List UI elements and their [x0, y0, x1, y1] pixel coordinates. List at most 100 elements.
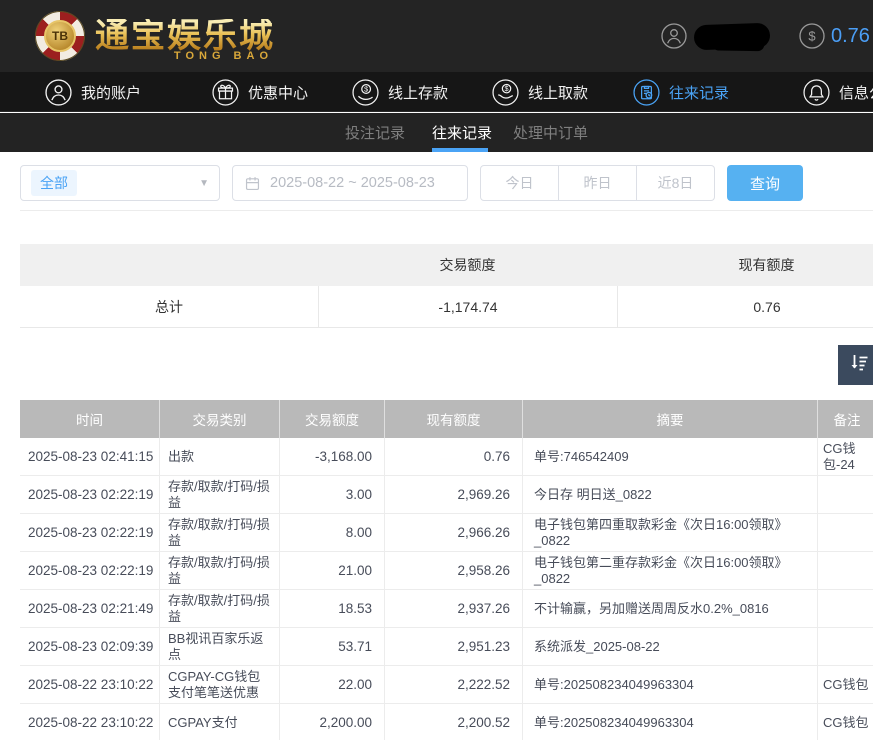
- cell-balance: 2,969.26: [385, 476, 523, 513]
- quick-range-button[interactable]: 今日: [480, 165, 559, 201]
- cell-remark: CG钱包: [818, 704, 873, 740]
- table-row[interactable]: 2025-08-23 02:22:19 存款/取款/打码/损益 21.00 2,…: [20, 552, 873, 590]
- username-redacted[interactable]: [694, 23, 771, 51]
- summary-total-amount: -1,174.74: [318, 286, 617, 327]
- table-column-header: 时间: [20, 400, 160, 438]
- cell-amount: 21.00: [280, 552, 385, 589]
- top-header: TB 通宝娱乐城 TONG BAO $ 0.76RMB: [0, 0, 873, 72]
- nav-item[interactable]: 我的账户: [45, 72, 141, 112]
- transactions-table-body: 2025-08-23 02:41:15 出款 -3,168.00 0.76 单号…: [20, 438, 873, 740]
- brand-name: 通宝娱乐城: [95, 19, 275, 53]
- cell-amount: 8.00: [280, 514, 385, 551]
- table-column-header: 交易类别: [160, 400, 280, 438]
- svg-text:$: $: [364, 84, 368, 93]
- summary-total-row: 总计 -1,174.74 0.76: [20, 286, 873, 328]
- cell-amount: 18.53: [280, 590, 385, 627]
- bell-icon: [803, 79, 830, 106]
- cell-balance: 2,951.23: [385, 628, 523, 665]
- records-icon: [633, 79, 660, 106]
- nav-item[interactable]: 信息公告: [803, 72, 873, 112]
- svg-text:$: $: [505, 84, 509, 93]
- nav-item[interactable]: $ 线上存款: [352, 72, 448, 112]
- cell-remark: [818, 476, 873, 513]
- cell-time: 2025-08-23 02:41:15: [20, 438, 160, 475]
- nav-item-label: 我的账户: [81, 82, 141, 103]
- casino-chip-icon: TB: [35, 11, 85, 61]
- cell-balance: 2,937.26: [385, 590, 523, 627]
- brand-logo[interactable]: TB 通宝娱乐城 TONG BAO: [35, 10, 275, 62]
- user-icon: [45, 79, 72, 106]
- cell-amount: -3,168.00: [280, 438, 385, 475]
- svg-text:$: $: [808, 29, 816, 44]
- main-nav: 我的账户 优惠中心 $ 线上存款 $ 线上取款 往来记录 信息公告: [0, 72, 873, 112]
- cell-type: 存款/取款/打码/损益: [160, 590, 280, 627]
- record-tab[interactable]: 处理中订单: [513, 113, 588, 152]
- cell-remark: CG钱包-24: [818, 438, 873, 475]
- calendar-icon: [244, 175, 261, 192]
- filter-divider: [20, 210, 873, 211]
- summary-total-label: 总计: [20, 286, 318, 327]
- nav-item-label: 信息公告: [839, 82, 873, 103]
- record-tab[interactable]: 往来记录: [432, 113, 492, 152]
- quick-range-button[interactable]: 近8日: [637, 165, 715, 201]
- summary-header-amount: 交易额度: [318, 244, 617, 286]
- cell-amount: 53.71: [280, 628, 385, 665]
- nav-item[interactable]: 往来记录: [633, 72, 729, 112]
- app-root: TB 通宝娱乐城 TONG BAO $ 0.76RMB 我的账户: [0, 0, 873, 740]
- cell-time: 2025-08-23 02:22:19: [20, 552, 160, 589]
- type-filter-selected-tag[interactable]: 全部: [31, 170, 77, 196]
- quick-range-button[interactable]: 昨日: [559, 165, 637, 201]
- cell-amount: 2,200.00: [280, 704, 385, 740]
- date-range-value: 2025-08-22 ~ 2025-08-23: [270, 175, 435, 191]
- summary-table: 交易额度 现有额度 总计 -1,174.74 0.76: [20, 244, 873, 328]
- record-tab-label: 投注记录: [345, 122, 405, 143]
- cell-type: CGPAY支付: [160, 704, 280, 740]
- cell-balance: 2,958.26: [385, 552, 523, 589]
- table-row[interactable]: 2025-08-22 23:10:22 CGPAY-CG钱包支付笔笔送优惠 22…: [20, 666, 873, 704]
- cell-summary: 不计输赢，另加赠送周周反水0.2%_0816: [523, 590, 818, 627]
- user-icon[interactable]: [661, 23, 687, 49]
- table-column-header: 交易额度: [280, 400, 385, 438]
- record-tab-label: 往来记录: [432, 122, 492, 143]
- table-row[interactable]: 2025-08-23 02:09:39 BB视讯百家乐返点 53.71 2,95…: [20, 628, 873, 666]
- cell-remark: CG钱包: [818, 666, 873, 703]
- cell-summary: 电子钱包第二重存款彩金《次日16:00领取》_0822: [523, 552, 818, 589]
- cell-type: 存款/取款/打码/损益: [160, 476, 280, 513]
- cell-summary: 系统派发_2025-08-22: [523, 628, 818, 665]
- active-tab-underline: [432, 148, 488, 152]
- cell-type: BB视讯百家乐返点: [160, 628, 280, 665]
- nav-item[interactable]: $ 线上取款: [492, 72, 588, 112]
- cell-remark: [818, 552, 873, 589]
- record-tabs: 投注记录 往来记录 处理中订单: [0, 113, 873, 152]
- cell-type: CGPAY-CG钱包支付笔笔送优惠: [160, 666, 280, 703]
- table-row[interactable]: 2025-08-23 02:21:49 存款/取款/打码/损益 18.53 2,…: [20, 590, 873, 628]
- sort-descending-icon: [847, 351, 871, 380]
- balance-display[interactable]: 0.76RMB: [831, 25, 873, 48]
- cell-balance: 2,966.26: [385, 514, 523, 551]
- table-row[interactable]: 2025-08-23 02:41:15 出款 -3,168.00 0.76 单号…: [20, 438, 873, 476]
- cell-summary: 单号:746542409: [523, 438, 818, 475]
- table-row[interactable]: 2025-08-22 23:10:22 CGPAY支付 2,200.00 2,2…: [20, 704, 873, 740]
- sort-button[interactable]: [838, 345, 873, 385]
- record-tab-label: 处理中订单: [513, 122, 588, 143]
- brand-name-en: TONG BAO: [174, 51, 273, 62]
- dollar-icon[interactable]: $: [799, 23, 825, 49]
- deposit-icon: $: [352, 79, 379, 106]
- summary-header-balance: 现有额度: [617, 244, 873, 286]
- type-filter-select[interactable]: 全部 ▼: [20, 165, 220, 201]
- quick-range-group: 今日昨日近8日: [480, 165, 715, 201]
- cell-type: 出款: [160, 438, 280, 475]
- cell-remark: [818, 590, 873, 627]
- query-button[interactable]: 查询: [727, 165, 803, 201]
- cell-balance: 2,200.52: [385, 704, 523, 740]
- cell-type: 存款/取款/打码/损益: [160, 514, 280, 551]
- table-row[interactable]: 2025-08-23 02:22:19 存款/取款/打码/损益 3.00 2,9…: [20, 476, 873, 514]
- record-tab[interactable]: 投注记录: [345, 113, 405, 152]
- nav-item-label: 线上存款: [388, 82, 448, 103]
- brand-name-block: 通宝娱乐城 TONG BAO: [95, 19, 275, 53]
- date-range-input[interactable]: 2025-08-22 ~ 2025-08-23: [232, 165, 468, 201]
- withdraw-icon: $: [492, 79, 519, 106]
- table-row[interactable]: 2025-08-23 02:22:19 存款/取款/打码/损益 8.00 2,9…: [20, 514, 873, 552]
- nav-item[interactable]: 优惠中心: [212, 72, 308, 112]
- cell-summary: 电子钱包第四重取款彩金《次日16:00领取》_0822: [523, 514, 818, 551]
